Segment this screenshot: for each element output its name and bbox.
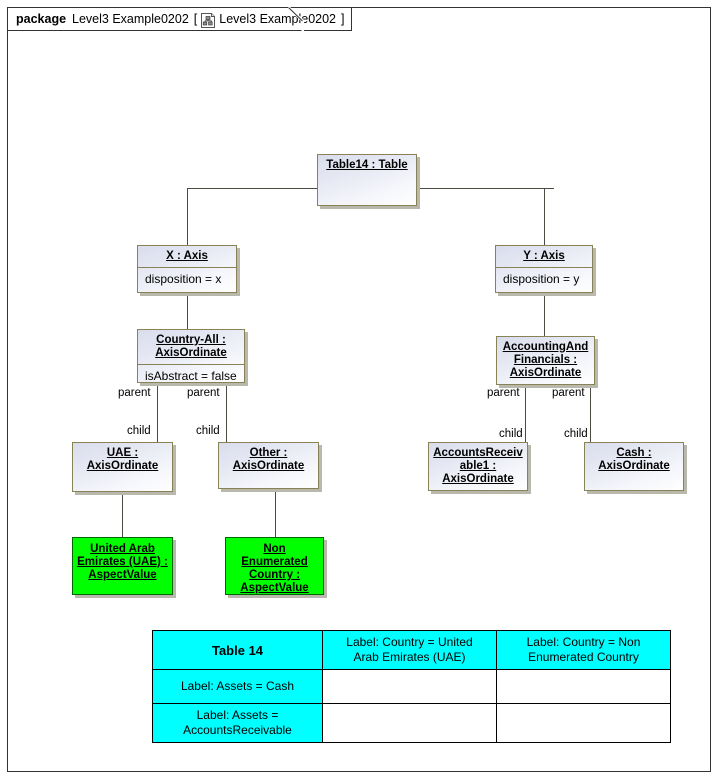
connector-table14-right-drop bbox=[544, 188, 545, 245]
bracket-open: [ bbox=[193, 12, 198, 26]
package-keyword: package bbox=[16, 12, 67, 26]
matrix-header-row: Table 14 Label: Country = United Arab Em… bbox=[152, 630, 671, 670]
matrix-corner-cell: Table 14 bbox=[152, 630, 323, 670]
edge-label-parent-left-1: parent bbox=[118, 387, 151, 399]
node-country-all-attributes: isAbstract = false bbox=[145, 369, 237, 383]
matrix-cell-0-1[interactable] bbox=[496, 669, 671, 704]
edge-label-parent-right-2: parent bbox=[552, 387, 585, 399]
matrix-row: Label: Assets = AccountsReceivable bbox=[152, 703, 671, 743]
connector-table14-left-drop bbox=[187, 188, 188, 245]
node-country-all[interactable]: Country-All : AxisOrdinate isAbstract = … bbox=[137, 329, 245, 383]
connector-uae-aspectvalue bbox=[122, 492, 123, 537]
edge-label-child-right-2: child bbox=[564, 428, 588, 440]
matrix-cell-1-1[interactable] bbox=[496, 703, 671, 743]
connector-countryall-other bbox=[226, 383, 227, 442]
node-uae-aspectvalue-title: United Arab Emirates (UAE) : AspectValue bbox=[77, 543, 168, 581]
node-uae-title: UAE : AxisOrdinate bbox=[86, 447, 159, 472]
edge-label-child-right-1: child bbox=[499, 428, 523, 440]
node-y-axis[interactable]: Y : Axis disposition = y bbox=[495, 245, 593, 293]
node-non-enumerated-aspectvalue-title: Non Enumerated Country : AspectValue bbox=[240, 543, 309, 594]
package-name: Level3 Example0202 bbox=[72, 12, 189, 26]
matrix-col-header-0: Label: Country = United Arab Emirates (U… bbox=[322, 630, 497, 670]
package-diagram-icon bbox=[201, 12, 216, 28]
node-uae-aspectvalue[interactable]: United Arab Emirates (UAE) : AspectValue bbox=[72, 537, 173, 595]
edge-label-child-left-1: child bbox=[127, 425, 151, 437]
edge-label-child-left-2: child bbox=[196, 425, 220, 437]
matrix-col-header-1: Label: Country = Non Enumerated Country bbox=[496, 630, 671, 670]
node-x-axis[interactable]: X : Axis disposition = x bbox=[137, 245, 237, 293]
matrix-row: Label: Assets = Cash bbox=[152, 669, 671, 704]
matrix-row-header-1: Label: Assets = AccountsReceivable bbox=[152, 703, 323, 743]
node-table14[interactable]: Table14 : Table bbox=[317, 154, 417, 206]
node-cash[interactable]: Cash : AxisOrdinate bbox=[584, 442, 684, 491]
matrix-row-header-0: Label: Assets = Cash bbox=[152, 669, 323, 704]
node-cash-title: Cash : AxisOrdinate bbox=[598, 447, 670, 472]
node-other-title: Other : AxisOrdinate bbox=[232, 447, 305, 472]
diagram-canvas: package Level3 Example0202 [ Level3 Exam… bbox=[0, 0, 719, 781]
node-y-axis-title: Y : Axis bbox=[496, 246, 592, 268]
node-uae[interactable]: UAE : AxisOrdinate bbox=[72, 442, 173, 492]
connector-xaxis-countryall bbox=[187, 293, 188, 329]
matrix-cell-1-0[interactable] bbox=[322, 703, 497, 743]
bracket-close: ] bbox=[341, 12, 345, 26]
node-country-all-title: Country-All : AxisOrdinate bbox=[138, 330, 244, 365]
package-header-tab: package Level3 Example0202 [ Level3 Exam… bbox=[7, 7, 352, 31]
matrix-cell-0-0[interactable] bbox=[322, 669, 497, 704]
connector-accounting-cash bbox=[590, 385, 591, 442]
table14-matrix: Table 14 Label: Country = United Arab Em… bbox=[152, 630, 671, 743]
node-accounts-receivable1[interactable]: AccountsReceiv able1 : AxisOrdinate bbox=[428, 442, 528, 491]
node-x-axis-attributes: disposition = x bbox=[145, 272, 222, 286]
node-y-axis-attributes: disposition = y bbox=[503, 272, 580, 286]
node-accounts-receivable1-title: AccountsReceiv able1 : AxisOrdinate bbox=[433, 447, 523, 485]
connector-yaxis-accounting bbox=[544, 293, 545, 336]
node-other[interactable]: Other : AxisOrdinate bbox=[218, 442, 319, 489]
node-table14-title: Table14 : Table bbox=[326, 159, 408, 171]
node-accounting-financials[interactable]: AccountingAnd Financials : AxisOrdinate bbox=[496, 336, 595, 385]
edge-label-parent-left-2: parent bbox=[187, 387, 220, 399]
package-diagram-name: Level3 Example0202 bbox=[219, 12, 337, 26]
node-accounting-financials-title: AccountingAnd Financials : AxisOrdinate bbox=[502, 341, 589, 379]
edge-label-parent-right-1: parent bbox=[487, 387, 520, 399]
connector-accounting-accountsreceivable bbox=[525, 385, 526, 442]
node-non-enumerated-aspectvalue[interactable]: Non Enumerated Country : AspectValue bbox=[225, 537, 324, 595]
connector-other-aspectvalue bbox=[275, 489, 276, 537]
connector-countryall-uae bbox=[157, 383, 158, 442]
node-x-axis-title: X : Axis bbox=[138, 246, 236, 268]
